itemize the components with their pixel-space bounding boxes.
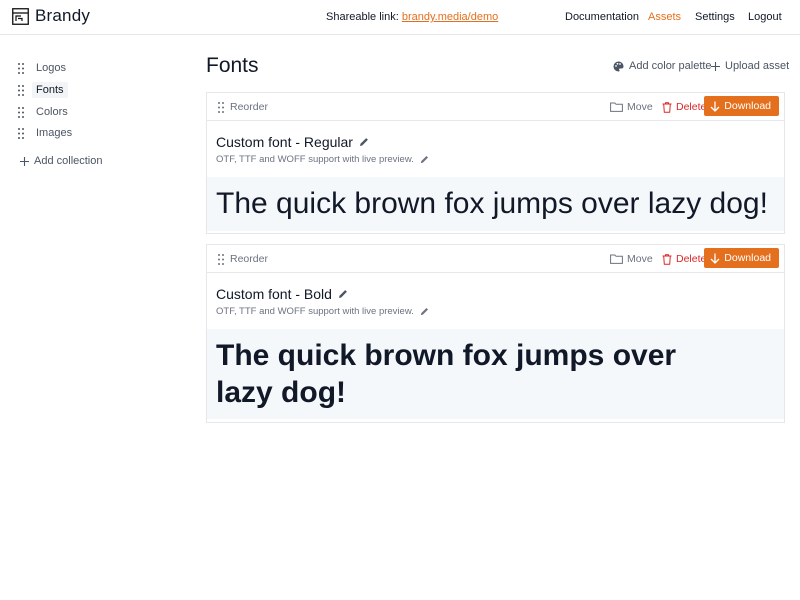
add-color-palette-button[interactable]: Add color palette [613,60,712,72]
reorder-handle[interactable]: Reorder [218,101,268,113]
reorder-label: Reorder [230,101,268,113]
sidebar-item-label: Fonts [32,82,68,98]
add-color-palette-label: Add color palette [629,60,712,72]
sidebar-item-label: Images [36,127,73,139]
move-label: Move [627,101,653,113]
download-button[interactable]: Download [704,248,779,268]
font-description-row: OTF, TTF and WOFF support with live prev… [216,154,784,165]
pencil-icon[interactable] [420,155,429,164]
font-name: Custom font - Bold [216,286,332,302]
plus-icon [20,156,29,166]
arrow-down-icon [710,101,720,112]
app-logo[interactable]: Brandy [12,6,90,26]
font-name-row: Custom font - Regular [216,134,784,150]
brandy-logo-icon [12,7,29,25]
top-bar: Brandy Shareable link: brandy.media/demo… [0,0,800,35]
drag-handle-icon [218,253,224,265]
nav-documentation[interactable]: Documentation [565,11,639,23]
sidebar-item-colors[interactable]: Colors [18,103,72,121]
move-button[interactable]: Move [610,101,653,113]
card-toolbar: Reorder Move Delete Download [207,93,784,121]
delete-button[interactable]: Delete [662,101,706,113]
nav-assets[interactable]: Assets [648,11,681,23]
shareable-link-url[interactable]: brandy.media/demo [402,11,498,23]
drag-handle-icon[interactable] [18,106,24,118]
upload-asset-button[interactable]: Upload asset [711,60,789,72]
app-name: Brandy [35,6,91,25]
move-label: Move [627,253,653,265]
folder-icon [610,102,623,112]
font-preview: The quick brown fox jumps over lazy dog! [207,329,784,419]
font-name-row: Custom font - Bold [216,286,784,302]
sidebar-item-label: Logos [36,62,66,74]
font-name: Custom font - Regular [216,134,353,150]
nav-settings[interactable]: Settings [695,11,735,23]
font-description: OTF, TTF and WOFF support with live prev… [216,306,414,317]
trash-icon [662,253,672,265]
font-description: OTF, TTF and WOFF support with live prev… [216,154,414,165]
pencil-icon[interactable] [359,137,369,147]
drag-handle-icon[interactable] [18,127,24,139]
drag-handle-icon[interactable] [18,84,24,96]
nav-logout[interactable]: Logout [748,11,782,23]
download-label: Download [724,252,771,264]
move-button[interactable]: Move [610,253,653,265]
folder-icon [610,254,623,264]
sidebar-item-fonts[interactable]: Fonts [18,81,68,99]
reorder-label: Reorder [230,253,268,265]
add-collection-label: Add collection [34,155,103,167]
font-card: Reorder Move Delete Download Custom font… [206,92,785,234]
drag-handle-icon[interactable] [18,62,24,74]
drag-handle-icon [218,101,224,113]
palette-icon [613,61,624,71]
plus-icon [711,61,720,71]
delete-button[interactable]: Delete [662,253,706,265]
sidebar-item-images[interactable]: Images [18,124,76,142]
upload-asset-label: Upload asset [725,60,790,72]
shareable-link-label: Shareable link: [326,11,399,23]
download-label: Download [724,100,771,112]
add-collection-button[interactable]: Add collection [20,155,103,167]
card-toolbar: Reorder Move Delete Download [207,245,784,273]
page-title: Fonts [206,54,259,77]
delete-label: Delete [676,253,707,265]
pencil-icon[interactable] [420,307,429,316]
sidebar-item-logos[interactable]: Logos [18,59,70,77]
font-info: Custom font - Regular OTF, TTF and WOFF … [207,121,784,177]
delete-label: Delete [676,101,707,113]
pencil-icon[interactable] [338,289,348,299]
font-preview: The quick brown fox jumps over lazy dog! [207,177,784,231]
font-card: Reorder Move Delete Download Custom font… [206,244,785,423]
reorder-handle[interactable]: Reorder [218,253,268,265]
sidebar-item-label: Colors [36,106,68,118]
trash-icon [662,101,672,113]
download-button[interactable]: Download [704,96,779,116]
font-description-row: OTF, TTF and WOFF support with live prev… [216,306,784,317]
shareable-link: Shareable link: brandy.media/demo [326,11,498,23]
font-info: Custom font - Bold OTF, TTF and WOFF sup… [207,273,784,329]
arrow-down-icon [710,253,720,264]
